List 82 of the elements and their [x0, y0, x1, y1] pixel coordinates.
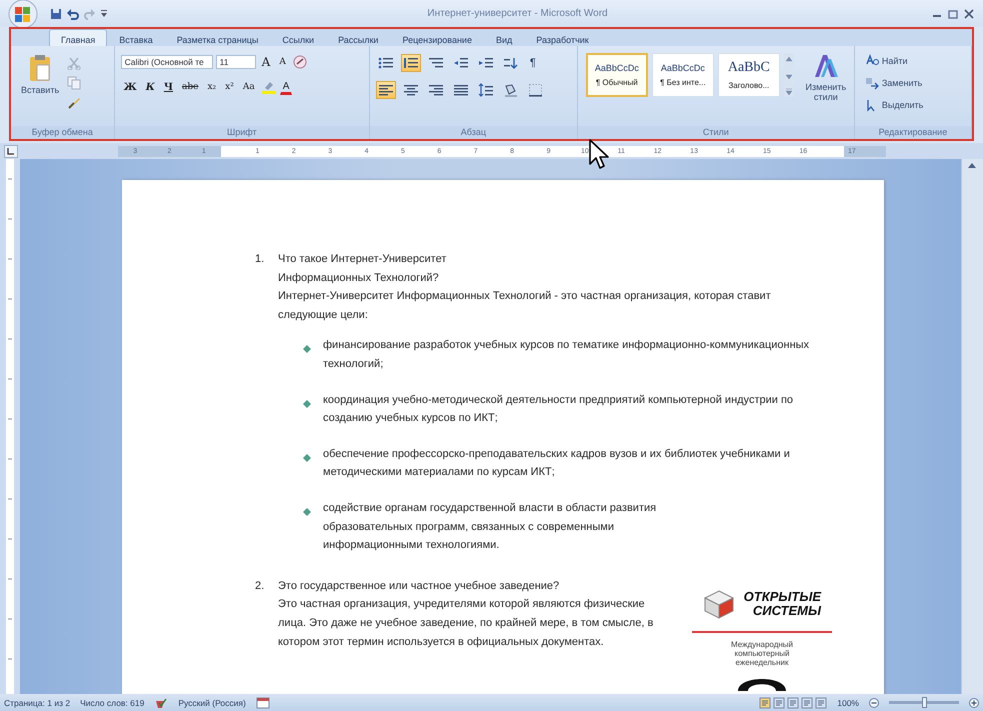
web-layout-icon[interactable] [787, 696, 800, 708]
case-button[interactable]: Aa [240, 79, 258, 95]
font-color-button[interactable]: A [280, 80, 292, 94]
shrink-font-button[interactable]: A [276, 54, 289, 70]
undo-icon[interactable] [66, 8, 80, 20]
macro-record-icon[interactable] [256, 696, 270, 708]
strike-button[interactable]: abe [179, 79, 202, 95]
language-indicator[interactable]: Русский (Россия) [178, 698, 246, 708]
underline-button[interactable]: Ч [160, 79, 176, 95]
logo-tagline: Международный компьютерный еженедельник [730, 640, 794, 667]
spell-check-icon[interactable] [154, 696, 168, 708]
style-item[interactable]: AaBbC Заголово... [718, 53, 780, 97]
paste-button[interactable]: Вставить [21, 54, 60, 126]
bullet-icon [303, 454, 311, 462]
change-styles-button[interactable]: Изменить стили [802, 53, 850, 102]
numbered-list-icon[interactable] [400, 54, 421, 72]
bullet-icon [303, 400, 311, 408]
find-button[interactable]: Найти [864, 54, 924, 68]
zoom-in-icon[interactable] [969, 698, 979, 708]
maximize-icon[interactable] [947, 8, 959, 18]
ribbon-tab[interactable]: Рецензирование [390, 29, 484, 46]
bullet-text: финансирование разработок учебных курсов по тематике информационно-коммуникационных технологий; [323, 338, 810, 372]
save-icon[interactable] [50, 8, 62, 20]
select-button[interactable]: Выделить [864, 98, 924, 112]
binoculars-icon [864, 54, 879, 68]
ribbon-tab[interactable]: Рассылки [326, 29, 390, 46]
bullet-icon [303, 508, 311, 516]
zoom-slider-thumb[interactable] [922, 697, 927, 708]
font-size-field[interactable]: 11 [216, 55, 256, 69]
close-icon[interactable] [963, 8, 975, 18]
group-label: Буфер обмена [11, 126, 114, 139]
font-style-icon [812, 53, 839, 79]
group-label: Шрифт [114, 126, 369, 139]
pilcrow-button[interactable]: ¶ [526, 56, 540, 70]
replace-icon [864, 76, 879, 90]
ribbon-tab[interactable]: Разметка страницы [164, 29, 270, 46]
superscript-button[interactable]: x² [222, 79, 237, 95]
answer-paragraph: Интернет-Университет Информационных Технологий - это частная организация, которая ставит следующие цели: [278, 289, 772, 323]
ribbon-tab[interactable]: Вставка [107, 29, 165, 46]
list-number: 1. [255, 252, 266, 267]
group-label: Стили [578, 126, 854, 139]
question-title: Это государственное или частное учебное заведение? [278, 578, 560, 594]
ribbon-tab[interactable]: Главная [49, 29, 108, 46]
bullet-icon [303, 345, 311, 354]
word-count[interactable]: Число слов: 619 [80, 698, 144, 708]
italic-button[interactable]: К [142, 79, 158, 95]
replace-button[interactable]: Заменить [864, 76, 924, 90]
list-number: 2. [255, 578, 266, 594]
line-spacing-icon[interactable] [476, 81, 496, 99]
customize-caret-icon[interactable] [100, 8, 108, 18]
clipboard-icon [28, 54, 52, 82]
style-item[interactable]: AaBbCcDc ¶ Без инте... [652, 53, 714, 97]
bullet-text: обеспечение профессорско-преподавательских кадров вузов и их библиотек учебниками и методическими материалами по курсам ИКТ; [323, 446, 791, 480]
tab-selector-icon[interactable] [4, 144, 18, 158]
format-painter-icon[interactable] [67, 96, 82, 110]
question-title: Что такое Интернет-Университет Информационных Технологий? [278, 252, 448, 286]
answer-paragraph: Это частная организация, учредителями которой являются физические лица. Это даже не учебное заведение, по крайней мере, в том смысле, в котором этот термин используется в официальных документах. [278, 597, 654, 650]
window-title: Интернет-университет - Microsoft Word [426, 8, 609, 19]
ribbon-tab[interactable]: Вид [484, 29, 524, 46]
bold-button[interactable]: Ж [120, 79, 140, 95]
zoom-out-icon[interactable] [869, 698, 879, 708]
clear-formatting-icon[interactable] [292, 54, 308, 70]
reading-layout-icon[interactable] [773, 696, 786, 708]
style-item[interactable]: AaBbCcDc ¶ Обычный [586, 53, 648, 97]
print-layout-icon[interactable] [759, 696, 772, 708]
font-name-field[interactable]: Calibri (Основной те [120, 55, 213, 69]
ribbon-tab[interactable]: Ссылки [270, 29, 326, 46]
zoom-level[interactable]: 100% [837, 698, 859, 708]
page-count[interactable]: Страница: 1 из 2 [4, 698, 70, 708]
bullet-text: содействие органам государственной власти в области развития образовательных программ, связанных с современными информационными технологиями. [323, 500, 658, 554]
group-label: Абзац [370, 126, 577, 139]
outline-icon[interactable] [801, 696, 814, 708]
grow-font-button[interactable]: A [258, 54, 274, 70]
draft-icon[interactable] [815, 696, 828, 708]
office-button[interactable] [6, 0, 40, 28]
subscript-button[interactable]: x₂ [204, 79, 220, 95]
align-left-icon[interactable] [376, 81, 396, 99]
logo-text: ОТКРЫТЫЕ СИСТЕМЫ [742, 590, 821, 618]
group-label: Редактирование [854, 126, 971, 139]
bullet-text: координация учебно-методической деятельности предприятий компьютерной индустрии по созданию учебных курсов по ИКТ; [323, 392, 794, 426]
cube-logo-icon [703, 588, 735, 619]
ribbon-tab[interactable]: Разработчик [524, 29, 601, 46]
